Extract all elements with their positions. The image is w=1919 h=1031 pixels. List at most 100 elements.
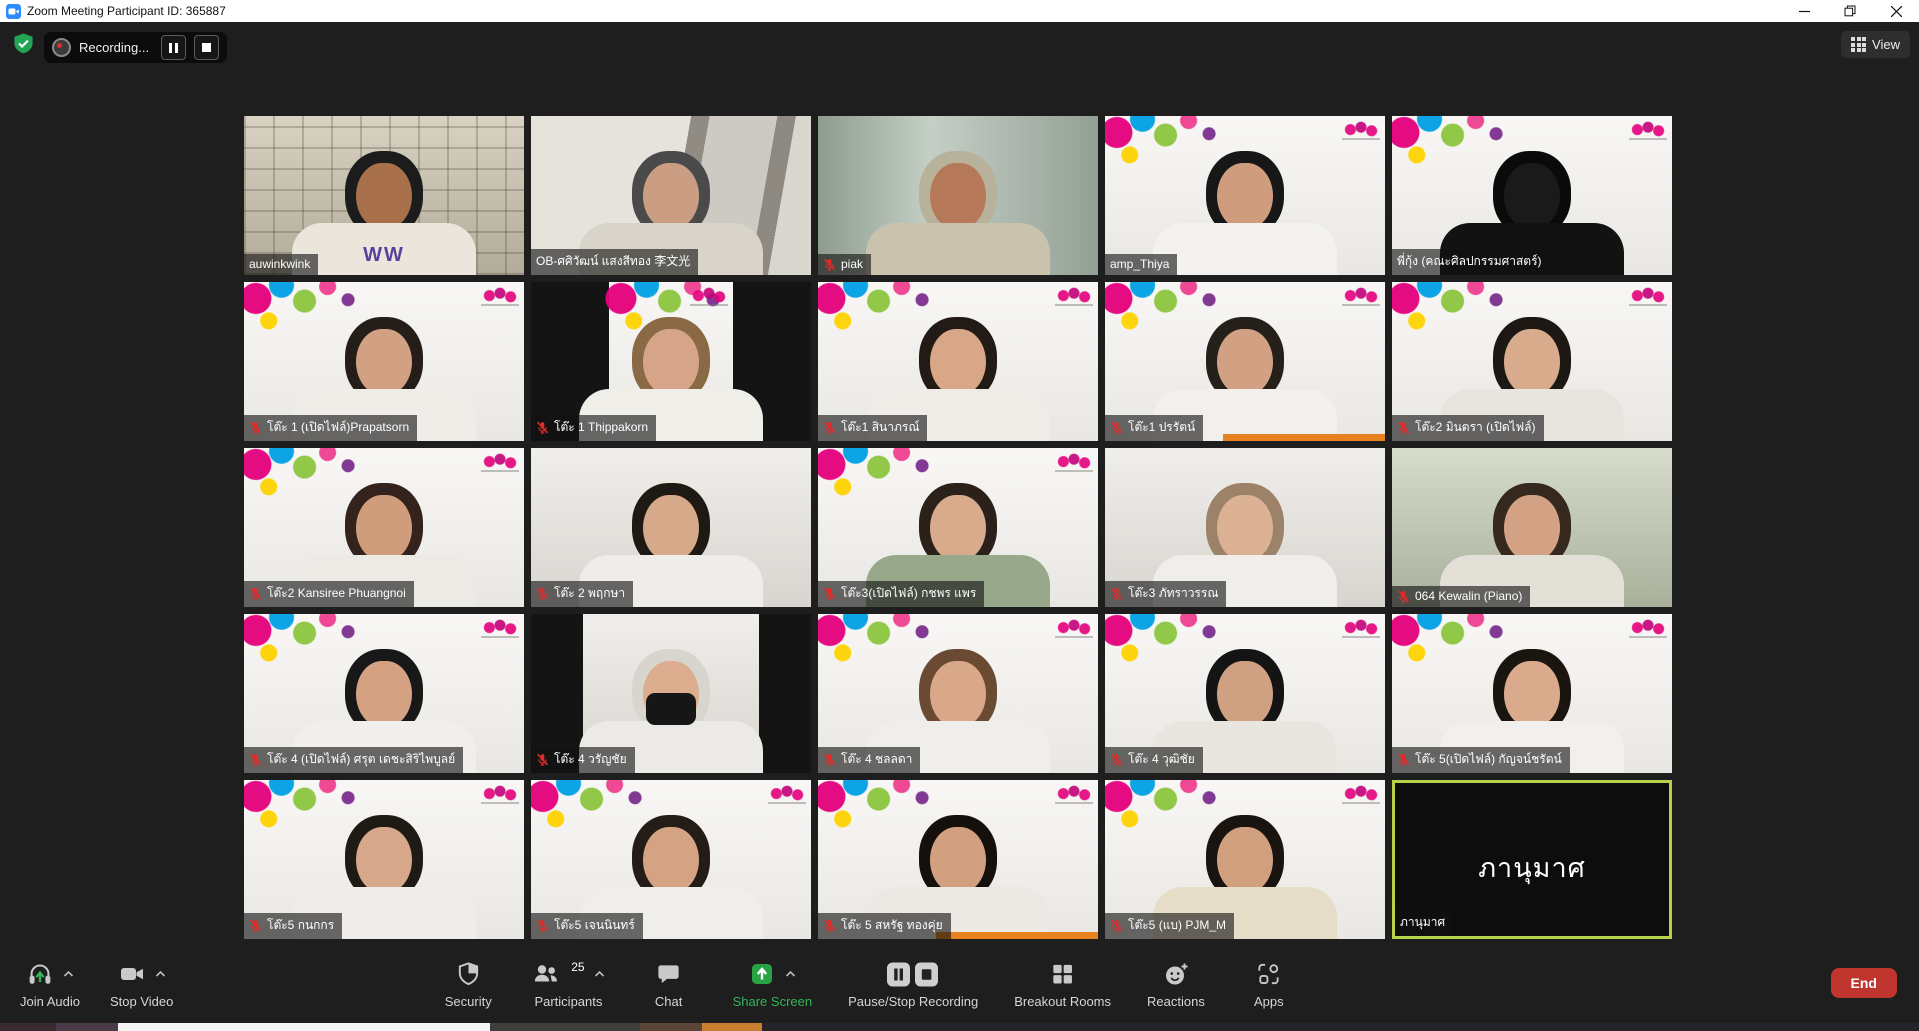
breakout-rooms-label: Breakout Rooms xyxy=(1014,994,1111,1009)
participant-tile[interactable]: โต๊ะ 4 ชลลดา xyxy=(818,614,1098,773)
participant-tile[interactable]: โต๊ะ 4 วุฒิชัย xyxy=(1105,614,1385,773)
share-screen-button[interactable]: Share Screen xyxy=(733,958,813,1009)
participant-tile[interactable]: ภานุมาศภานุมาศ xyxy=(1392,780,1672,939)
zoom-app-icon xyxy=(6,4,21,19)
participant-tile[interactable]: โต๊ะ 5 สหรัฐ ทองคุ่ย xyxy=(818,780,1098,939)
participant-name: โต๊ะ 1 (เปิดไฟล์)Prapatsorn xyxy=(267,418,409,437)
participant-tile[interactable]: 064 Kewalin (Piano) xyxy=(1392,448,1672,607)
silhouette-face xyxy=(1217,495,1273,561)
participant-tile[interactable]: โต๊ะ3 ภัทราวรรณ xyxy=(1105,448,1385,607)
join-audio-options-chevron[interactable] xyxy=(63,970,74,978)
meeting-secure-shield-icon xyxy=(12,32,35,55)
participant-name-label: โต๊ะ 2 พฤกษา xyxy=(531,581,633,607)
participants-button[interactable]: 25 Participants xyxy=(532,958,604,1009)
event-logo xyxy=(481,286,519,310)
participant-tile[interactable]: โต๊ะ3(เปิดไฟล์) กชพร แพร xyxy=(818,448,1098,607)
participant-tile[interactable]: พี่กุ้ง (คณะศิลปกรรมศาสตร์) xyxy=(1392,116,1672,275)
silhouette-face xyxy=(1217,163,1273,229)
muted-mic-icon xyxy=(823,421,836,434)
participant-name: OB-ศศิวัฒน์ แสงสีทอง 李文光 xyxy=(536,252,690,271)
reactions-button[interactable]: Reactions xyxy=(1147,958,1205,1009)
background-window-strip xyxy=(0,1023,56,1031)
share-screen-icon xyxy=(748,960,776,988)
background-window-strip xyxy=(702,1023,762,1031)
silhouette-face xyxy=(356,827,412,893)
muted-mic-icon xyxy=(1397,421,1410,434)
participant-name-label: โต๊ะ 5 สหรัฐ ทองคุ่ย xyxy=(818,913,951,939)
join-audio-label: Join Audio xyxy=(20,994,80,1009)
end-meeting-button[interactable]: End xyxy=(1831,968,1897,998)
participant-tile[interactable]: โต๊ะ 1 Thippakorn xyxy=(531,282,811,441)
participant-name: โต๊ะ3 ภัทราวรรณ xyxy=(1128,584,1218,603)
participant-tile[interactable]: โต๊ะ5 (แบ) PJM_M xyxy=(1105,780,1385,939)
participant-tile[interactable]: โต๊ะ2 มินตรา (เปิดไฟล์) xyxy=(1392,282,1672,441)
apps-label: Apps xyxy=(1254,994,1284,1009)
participant-name-label: โต๊ะ 1 Thippakorn xyxy=(531,415,656,441)
stop-video-options-chevron[interactable] xyxy=(155,970,166,978)
silhouette-face xyxy=(643,163,699,229)
participant-tile[interactable]: โต๊ะ5 เจนนินทร์ xyxy=(531,780,811,939)
participant-tile[interactable]: โต๊ะ1 ปรรัตน์ xyxy=(1105,282,1385,441)
muted-mic-icon xyxy=(823,258,836,271)
participant-name-label: โต๊ะ2 มินตรา (เปิดไฟล์) xyxy=(1392,415,1544,441)
event-logo xyxy=(1055,286,1093,310)
security-button[interactable]: Security xyxy=(440,958,496,1009)
silhouette-face xyxy=(1217,827,1273,893)
view-button[interactable]: View xyxy=(1841,31,1910,58)
participant-name-label: 064 Kewalin (Piano) xyxy=(1392,586,1530,607)
video-camera-icon xyxy=(118,960,146,988)
participant-tile[interactable]: โต๊ะ1 สินาภรณ์ xyxy=(818,282,1098,441)
participant-tile[interactable]: โต๊ะ5 กนกกร xyxy=(244,780,524,939)
participant-name-label: โต๊ะ 4 วุฒิชัย xyxy=(1105,747,1203,773)
participant-name-label: OB-ศศิวัฒน์ แสงสีทอง 李文光 xyxy=(531,249,698,275)
participant-name: โต๊ะ2 Kansiree Phuangnoi xyxy=(267,584,406,603)
muted-mic-icon xyxy=(249,421,262,434)
restore-button[interactable] xyxy=(1827,0,1873,22)
participants-icon xyxy=(532,960,560,988)
participant-name: โต๊ะ 5 สหรัฐ ทองคุ่ย xyxy=(841,916,943,935)
share-screen-options-chevron[interactable] xyxy=(785,970,796,978)
participant-tile[interactable]: โต๊ะ 5(เปิดไฟล์) กัญจน์ชรัตน์ xyxy=(1392,614,1672,773)
stop-recording-button[interactable] xyxy=(194,35,219,60)
background-window-strip xyxy=(118,1023,490,1031)
join-audio-button[interactable]: Join Audio xyxy=(20,958,80,1009)
chat-button[interactable]: Chat xyxy=(641,958,697,1009)
participant-name-label: โต๊ะ5 (แบ) PJM_M xyxy=(1105,913,1234,939)
participant-tile[interactable]: โต๊ะ2 Kansiree Phuangnoi xyxy=(244,448,524,607)
participant-tile[interactable]: OB-ศศิวัฒน์ แสงสีทอง 李文光 xyxy=(531,116,811,275)
silhouette-face xyxy=(356,163,412,229)
pause-recording-button[interactable] xyxy=(161,35,186,60)
event-logo xyxy=(1629,618,1667,642)
participant-tile[interactable]: โต๊ะ 4 (เปิดไฟล์) ศรุต เดชะสิริไพบูลย์ xyxy=(244,614,524,773)
participant-name: โต๊ะ 4 วรัญชัย xyxy=(554,750,627,769)
close-button[interactable] xyxy=(1873,0,1919,22)
apps-button[interactable]: Apps xyxy=(1241,958,1297,1009)
silhouette-face xyxy=(356,329,412,395)
participant-tile[interactable]: โต๊ะ 4 วรัญชัย xyxy=(531,614,811,773)
participant-tile[interactable]: WWauwinkwink xyxy=(244,116,524,275)
participant-tile[interactable]: โต๊ะ 2 พฤกษา xyxy=(531,448,811,607)
participant-name: amp_Thiya xyxy=(1110,257,1169,271)
participants-options-chevron[interactable] xyxy=(594,970,605,978)
chat-bubble-icon xyxy=(655,960,682,988)
backdrop-orange-strip xyxy=(1223,434,1385,441)
participant-tile[interactable]: amp_Thiya xyxy=(1105,116,1385,275)
participant-name-label: โต๊ะ 4 ชลลดา xyxy=(818,747,920,773)
muted-mic-icon xyxy=(823,919,836,932)
pause-stop-recording-label: Pause/Stop Recording xyxy=(848,994,978,1009)
face-mask xyxy=(646,693,696,725)
recording-label: Recording... xyxy=(79,40,153,55)
recording-icon xyxy=(52,38,71,57)
participant-name: โต๊ะ1 ปรรัตน์ xyxy=(1128,418,1195,437)
participants-count-badge: 25 xyxy=(571,960,584,974)
participant-tile[interactable]: โต๊ะ 1 (เปิดไฟล์)Prapatsorn xyxy=(244,282,524,441)
minimize-button[interactable] xyxy=(1781,0,1827,22)
participant-name-label: โต๊ะ3 ภัทราวรรณ xyxy=(1105,581,1226,607)
pause-stop-recording-button[interactable]: Pause/Stop Recording xyxy=(848,958,978,1009)
silhouette-face xyxy=(930,661,986,727)
breakout-rooms-button[interactable]: Breakout Rooms xyxy=(1014,958,1111,1009)
participant-center-name: ภานุมาศ xyxy=(1395,846,1669,889)
stop-video-button[interactable]: Stop Video xyxy=(110,958,173,1009)
muted-mic-icon xyxy=(823,753,836,766)
participant-tile[interactable]: piak xyxy=(818,116,1098,275)
